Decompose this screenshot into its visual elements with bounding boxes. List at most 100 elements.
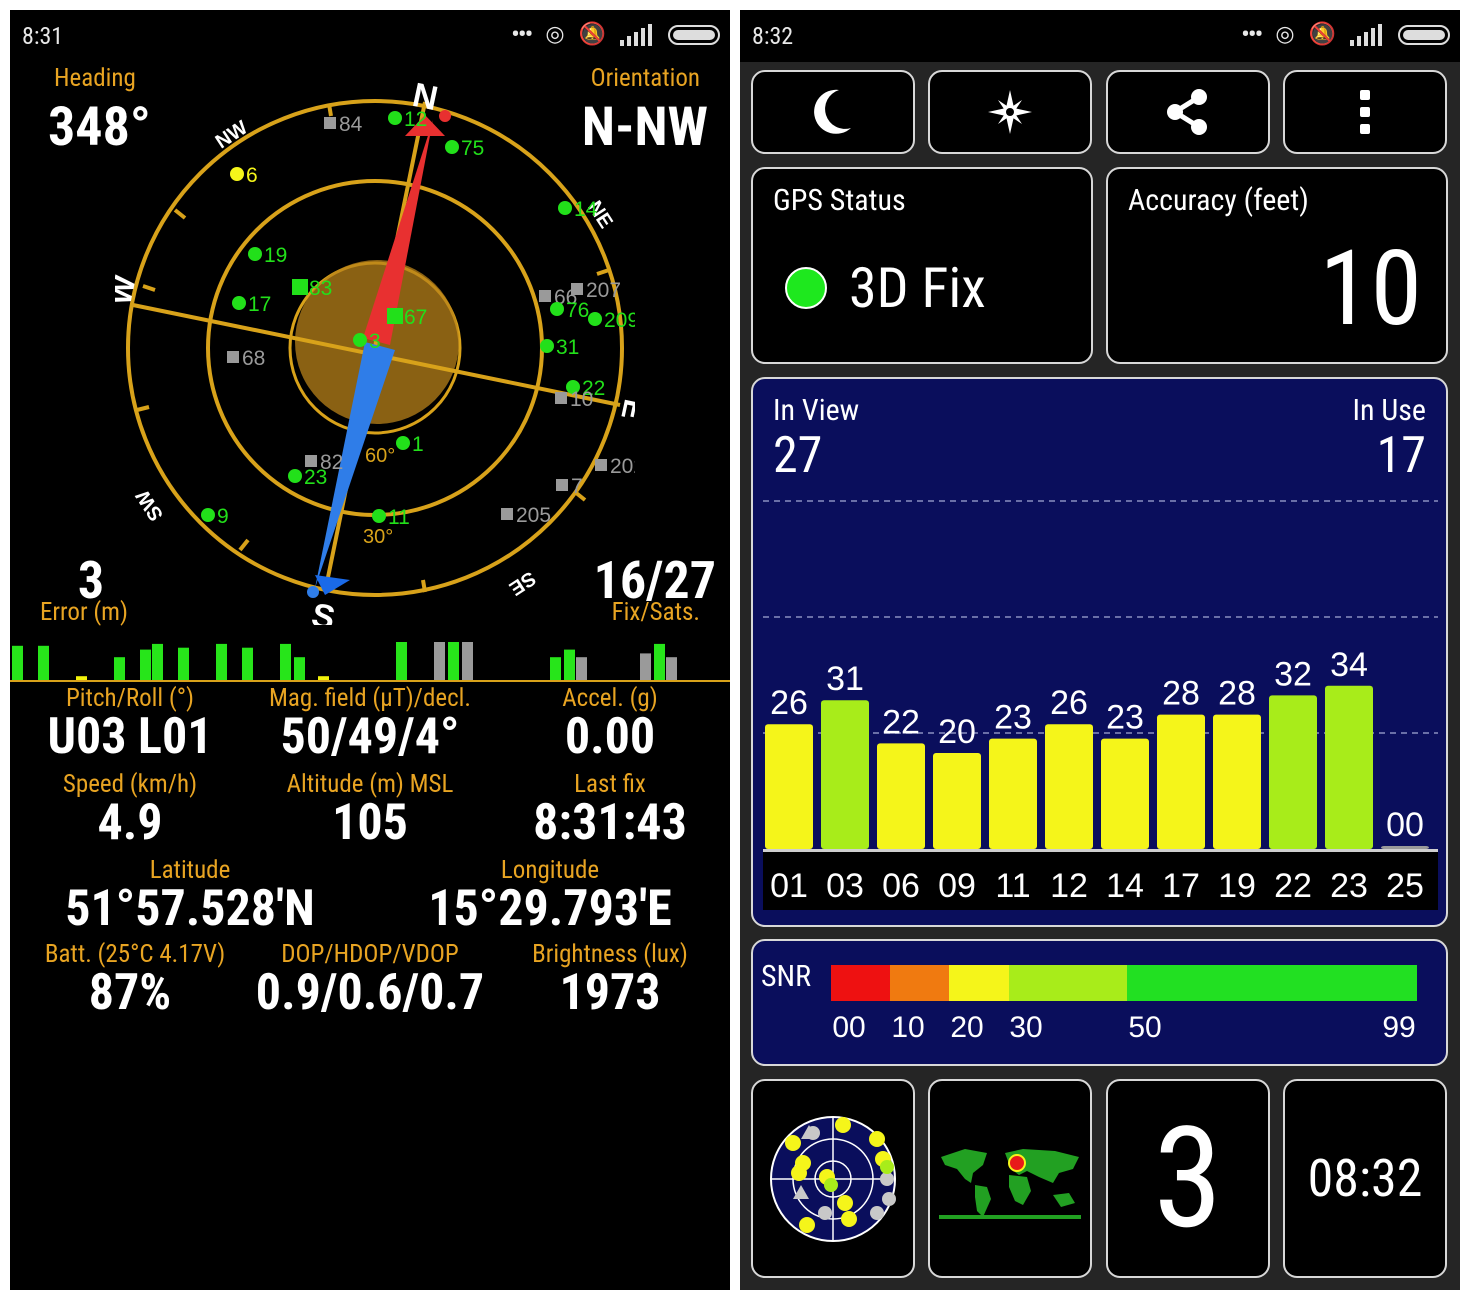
compass-button[interactable] bbox=[928, 70, 1092, 154]
svg-text:68: 68 bbox=[242, 347, 265, 370]
accel-value: 0.00 bbox=[564, 708, 656, 766]
mini-signal-bar bbox=[152, 643, 163, 680]
satellite-17: 17 bbox=[232, 293, 271, 316]
night-mode-button[interactable] bbox=[751, 70, 915, 154]
mute-icon: 🔕 bbox=[1308, 22, 1336, 47]
satellite-9: 9 bbox=[201, 505, 229, 528]
overflow-menu-button[interactable] bbox=[1283, 70, 1447, 154]
mini-signal-bar bbox=[242, 647, 253, 680]
snr-bar-value: 22 bbox=[882, 703, 920, 741]
snr-bar-value: 26 bbox=[770, 684, 808, 722]
fixsats-label: Fix/Sats. bbox=[611, 598, 700, 627]
speed-value: 4.9 bbox=[97, 794, 163, 852]
svg-text:31: 31 bbox=[556, 336, 579, 359]
snr-scale-segment bbox=[949, 965, 1009, 1001]
lastfix-value: 8:31:43 bbox=[533, 794, 687, 852]
svg-text:3: 3 bbox=[369, 330, 381, 353]
snr-bar-value: 28 bbox=[1162, 675, 1200, 713]
snr-bar-19 bbox=[1213, 714, 1261, 849]
snr-scale-tick: 10 bbox=[891, 1011, 924, 1044]
snr-bar-17 bbox=[1157, 714, 1205, 849]
satellite-1: 1 bbox=[396, 433, 424, 456]
svg-text:12: 12 bbox=[404, 108, 427, 131]
snr-scale-segment bbox=[1009, 965, 1127, 1001]
gps-status-panel[interactable]: GPS Status 3D Fix bbox=[751, 167, 1093, 364]
satellite-7: 7 bbox=[556, 475, 583, 498]
satellite-84: 84 bbox=[324, 113, 363, 136]
snr-scale-tick: 50 bbox=[1128, 1011, 1161, 1044]
prn-label: 14 bbox=[1106, 867, 1144, 905]
snr-scale-tick: 20 bbox=[950, 1011, 983, 1044]
satellite-76: 76 bbox=[550, 299, 589, 322]
snr-bar-22 bbox=[1269, 695, 1317, 849]
snr-bar-23 bbox=[1325, 685, 1373, 849]
svg-text:205: 205 bbox=[516, 504, 551, 527]
world-map-button[interactable] bbox=[928, 1079, 1092, 1278]
in-view-label: In View bbox=[773, 393, 860, 428]
satellite-count-tile[interactable]: 3 bbox=[1106, 1079, 1270, 1278]
svg-text:9: 9 bbox=[217, 505, 229, 528]
accuracy-title: Accuracy (feet) bbox=[1128, 183, 1309, 218]
snr-bar-value: 26 bbox=[1050, 684, 1088, 722]
divider bbox=[10, 680, 730, 682]
snr-bar-value: 28 bbox=[1218, 675, 1256, 713]
more-dots-icon: ••• bbox=[1241, 19, 1263, 50]
right-screen: 8:32 ••• ◎ 🔕 GPS Status 3D Fix Accuracy … bbox=[740, 10, 1460, 1290]
cardinal-s: S bbox=[308, 596, 338, 625]
mini-signal-bar bbox=[550, 657, 561, 680]
snr-bar-value: 34 bbox=[1330, 646, 1368, 684]
mini-signal-bar bbox=[640, 653, 651, 680]
svg-text:209: 209 bbox=[604, 309, 635, 332]
dop-value: 0.9/0.6/0.7 bbox=[255, 964, 485, 1022]
svg-text:14: 14 bbox=[574, 198, 598, 221]
skyview-thumbnail-button[interactable] bbox=[751, 1079, 915, 1278]
mini-signal-bar bbox=[140, 649, 151, 680]
clock-tile[interactable]: 08:32 bbox=[1283, 1079, 1447, 1278]
pitch-value: U03 L01 bbox=[47, 708, 213, 766]
satellite-snr-panel[interactable]: In View 27 In Use 17 26 31 22 20 23 26 23 28 28 3… bbox=[751, 377, 1448, 927]
mini-signal-bar bbox=[38, 645, 49, 680]
more-dots-icon: ••• bbox=[511, 19, 533, 50]
cardinal-se: SE bbox=[505, 567, 539, 600]
snr-scale-tick: 30 bbox=[1009, 1011, 1042, 1044]
snr-bar-03 bbox=[821, 700, 869, 849]
satellite-75: 75 bbox=[445, 137, 484, 160]
accuracy-panel[interactable]: Accuracy (feet) 10 bbox=[1106, 167, 1448, 364]
battery-icon bbox=[668, 24, 720, 45]
mini-signal-bar bbox=[114, 657, 125, 680]
prn-label: 12 bbox=[1050, 867, 1088, 905]
status-time: 8:31 bbox=[22, 22, 64, 50]
snr-bar-25 bbox=[1381, 846, 1429, 849]
in-view-value: 27 bbox=[773, 427, 823, 485]
svg-text:17: 17 bbox=[248, 293, 271, 316]
svg-text:75: 75 bbox=[461, 137, 484, 160]
prn-label: 22 bbox=[1274, 867, 1312, 905]
sky-compass[interactable]: N S E W NW NE SE SW 60° 30° 84 1275614198… bbox=[115, 80, 635, 625]
mini-signal-bar bbox=[178, 647, 189, 680]
battery-value: 87% bbox=[88, 964, 172, 1022]
snr-scale-segment bbox=[831, 965, 890, 1001]
mini-signal-bar bbox=[396, 642, 407, 680]
cardinal-sw: SW bbox=[132, 486, 168, 525]
satellite-68: 68 bbox=[227, 347, 265, 370]
mini-signal-bar bbox=[564, 649, 575, 680]
world-map-icon bbox=[939, 1148, 1081, 1219]
snr-bar-06 bbox=[877, 743, 925, 849]
left-screen: 8:31 ••• ◎ 🔕 Heading 348° Orientation N-… bbox=[10, 10, 730, 1290]
satellite-12: 12 bbox=[388, 108, 427, 131]
chart-baseline bbox=[763, 849, 1438, 852]
battery-icon bbox=[1398, 24, 1450, 45]
svg-text:1: 1 bbox=[412, 433, 424, 456]
snr-color-scale: 00 10 20 30 50 99 bbox=[831, 965, 1417, 1044]
share-button[interactable] bbox=[1106, 70, 1270, 154]
svg-text:11: 11 bbox=[388, 506, 410, 529]
snr-bar-value: 00 bbox=[1386, 806, 1424, 844]
gps-status-value: 3D Fix bbox=[849, 255, 986, 321]
signal-icon bbox=[1350, 23, 1382, 46]
status-time: 8:32 bbox=[752, 22, 794, 50]
mini-signal-bar bbox=[294, 657, 305, 680]
prn-label: 03 bbox=[826, 867, 864, 905]
ring-label-30: 30° bbox=[363, 526, 393, 548]
svg-text:67: 67 bbox=[404, 306, 427, 329]
latitude-value: 51°57.528'N bbox=[65, 880, 315, 938]
